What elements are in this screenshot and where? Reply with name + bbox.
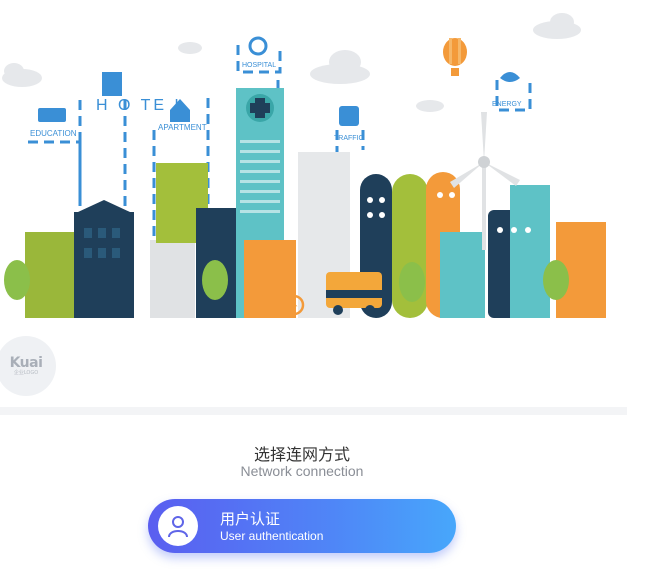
label-traffic: TRAFFIC [334, 135, 364, 142]
label-energy: ENERGY [492, 101, 522, 108]
user-icon [158, 506, 198, 546]
section-divider [0, 407, 627, 415]
label-hospital: HOSPITAL [242, 62, 276, 69]
enterprise-logo: Kuai 企业LOGO [0, 336, 56, 396]
label-apartment: APARTMENT [158, 123, 207, 132]
label-education: EDUCATION [30, 129, 77, 138]
bus-icon [339, 106, 359, 126]
auth-button-sublabel: User authentication [220, 529, 324, 543]
auth-button-label: 用户认证 [220, 510, 281, 528]
logo-wordmark: Kuai [9, 354, 43, 371]
hot-air-balloon-icon [443, 38, 467, 76]
city-illustration: EDUCATION H O TE L APARTMENT HOSPITAL TR… [2, 13, 606, 318]
leaf-icon [500, 72, 520, 82]
book-icon [38, 108, 66, 122]
user-authentication-button[interactable]: 用户认证 User authentication [148, 499, 456, 553]
cloud-icon [2, 13, 581, 112]
stethoscope-icon [248, 36, 268, 56]
connection-method-title: 选择连网方式 [253, 445, 350, 464]
logo-caption: 企业LOGO [13, 369, 39, 376]
connection-method-subtitle: Network connection [240, 463, 364, 479]
building-icon [102, 72, 122, 96]
city-illustration-banner: EDUCATION H O TE L APARTMENT HOSPITAL TR… [0, 0, 620, 318]
label-hotel: H O TE L [96, 97, 186, 114]
bus-illustration [326, 272, 382, 315]
